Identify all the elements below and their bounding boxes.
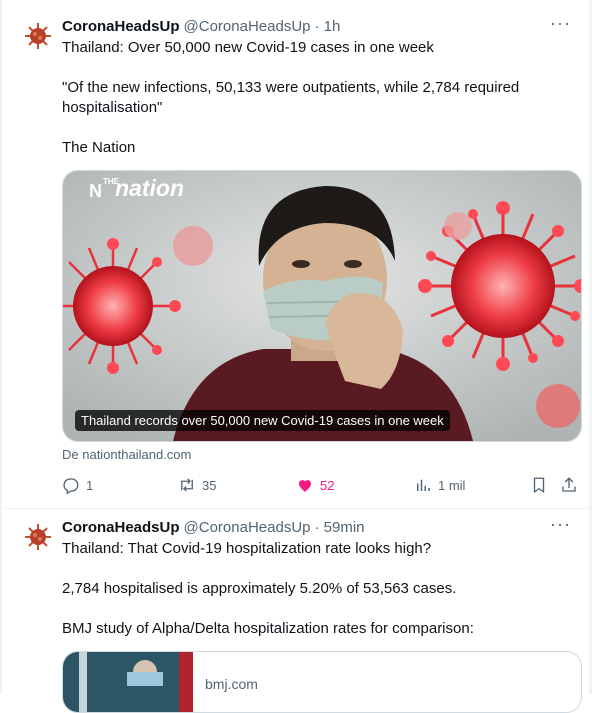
timestamp[interactable]: · 59min [315,519,365,536]
author-name[interactable]: CoronaHeadsUp [62,18,180,35]
nation-logo: nation [115,175,184,201]
like-count: 52 [320,477,335,493]
tweet-text: Thailand: Over 50,000 new Covid-19 cases… [62,39,434,56]
share-icon [562,477,576,492]
tweet-text: Thailand: That Covid-19 hospitalization … [62,540,432,557]
retweet-count: 35 [202,477,217,493]
bookmark-icon [533,477,545,494]
masked-man-virus-image: N [63,171,581,441]
like-button[interactable]: 52 [296,475,334,495]
svg-text:N: N [89,181,102,201]
heart-icon [299,480,311,492]
tweet-header: CoronaHeadsUp @CoronaHeadsUp · 59min ··· [62,515,577,537]
tweet-text: "Of the new infections, 50,133 were outp… [62,79,520,96]
view-count: 1 mil [438,477,466,493]
card-caption: Thailand records over 50,000 new Covid-1… [75,410,450,431]
author-handle[interactable]: @CoronaHeadsUp [184,18,311,35]
author-name[interactable]: CoronaHeadsUp [62,519,180,536]
avatar[interactable] [22,20,54,52]
card-source-link[interactable]: De nationthailand.com [62,447,191,462]
link-card[interactable]: N THE nation Thailand records over 50,00… [62,170,582,442]
views-button[interactable]: 1 mil [414,475,465,495]
virus-avatar-icon [25,23,51,49]
share-button[interactable] [560,475,578,495]
tweet-text: BMJ study of Alpha/Delta hospitalization… [62,620,474,637]
more-icon[interactable]: ··· [550,14,571,32]
card-image[interactable]: N THE nation Thailand records over 50,00… [63,171,581,441]
analytics-icon [417,479,430,491]
card-domain: bmj.com [205,676,258,692]
card-thumbnail [63,652,193,712]
tweet-text: hospitalisation" [62,99,163,116]
tweet[interactable]: CoronaHeadsUp @CoronaHeadsUp · 1h ··· Th… [2,0,589,509]
tweet-text: The Nation [62,139,136,156]
bookmark-button[interactable] [530,475,548,495]
virus-avatar-icon [25,524,51,550]
tweet-header: CoronaHeadsUp @CoronaHeadsUp · 1h ··· [62,14,577,36]
tweet-actions: 1 35 52 1 mil [62,475,577,495]
reply-icon [63,478,79,494]
link-card[interactable]: bmj.com [62,651,582,713]
retweet-button[interactable]: 35 [178,475,216,495]
reply-count: 1 [86,477,94,493]
timestamp[interactable]: · 1h [315,18,341,35]
author-handle[interactable]: @CoronaHeadsUp [184,519,311,536]
avatar[interactable] [22,521,54,553]
tweet-text: 2,784 hospitalised is approximately 5.20… [62,580,457,597]
reply-button[interactable]: 1 [62,475,93,495]
retweet-icon [181,478,193,492]
more-icon[interactable]: ··· [550,515,571,533]
tweet[interactable]: CoronaHeadsUp @CoronaHeadsUp · 59min ···… [2,509,589,713]
